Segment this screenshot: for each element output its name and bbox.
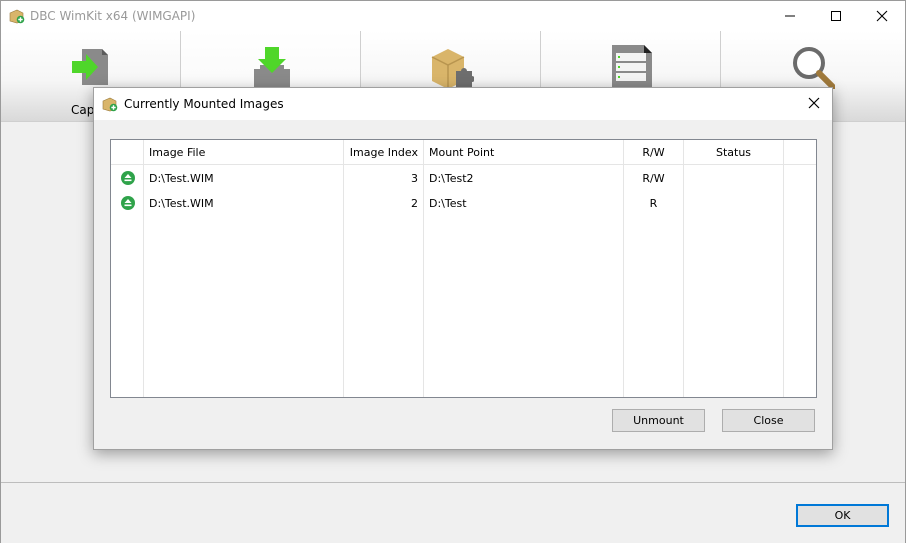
mounted-images-list[interactable]: Image File Image Index Mount Point R/W S… <box>110 139 817 398</box>
dialog-close-button[interactable] <box>802 92 826 114</box>
close-icon <box>876 10 888 22</box>
eject-icon <box>121 171 135 185</box>
footer-bar: OK <box>1 482 905 543</box>
cell-mount-point: D:\Test2 <box>429 172 474 185</box>
unmount-button[interactable]: Unmount <box>612 409 705 432</box>
header-image-file[interactable]: Image File <box>149 146 205 159</box>
close-window-button[interactable] <box>859 1 905 31</box>
dialog-title-bar: Currently Mounted Images <box>94 88 832 120</box>
title-bar: DBC WimKit x64 (WIMGAPI) <box>1 1 905 31</box>
column-status <box>684 140 784 397</box>
cell-image-file: D:\Test.WIM <box>149 172 214 185</box>
close-button-label: Close <box>753 414 784 427</box>
app-icon <box>102 97 118 112</box>
maximize-button[interactable] <box>813 1 859 31</box>
magnifier-icon <box>793 47 835 89</box>
app-icon <box>9 9 25 24</box>
close-icon <box>808 97 820 109</box>
header-status[interactable]: Status <box>684 146 783 159</box>
cell-image-index: 2 <box>411 197 418 210</box>
header-image-index[interactable]: Image Index <box>344 146 418 159</box>
minimize-icon <box>785 15 795 17</box>
cell-image-file: D:\Test.WIM <box>149 197 214 210</box>
maximize-icon <box>831 11 841 21</box>
dialog-close-action-button[interactable]: Close <box>722 409 815 432</box>
list-header: Image File Image Index Mount Point R/W S… <box>111 140 816 165</box>
mounted-images-dialog: Currently Mounted Images Image File Imag… <box>93 87 833 450</box>
ok-button[interactable]: OK <box>796 504 889 527</box>
document-list-icon <box>612 45 652 89</box>
ok-button-label: OK <box>834 509 851 522</box>
window-title: DBC WimKit x64 (WIMGAPI) <box>30 9 196 23</box>
cell-rw: R <box>649 197 658 210</box>
apply-download-icon <box>254 47 290 89</box>
unmount-button-label: Unmount <box>633 414 684 427</box>
eject-icon <box>121 196 135 210</box>
capture-arrow-icon <box>72 49 108 85</box>
cell-rw: R/W <box>642 172 665 185</box>
header-mount-point[interactable]: Mount Point <box>429 146 494 159</box>
cell-mount-point: D:\Test <box>429 197 467 210</box>
dialog-title: Currently Mounted Images <box>124 97 284 111</box>
cell-image-index: 3 <box>411 172 418 185</box>
header-rw[interactable]: R/W <box>624 146 683 159</box>
package-puzzle-icon <box>431 49 474 89</box>
minimize-button[interactable] <box>767 1 813 31</box>
